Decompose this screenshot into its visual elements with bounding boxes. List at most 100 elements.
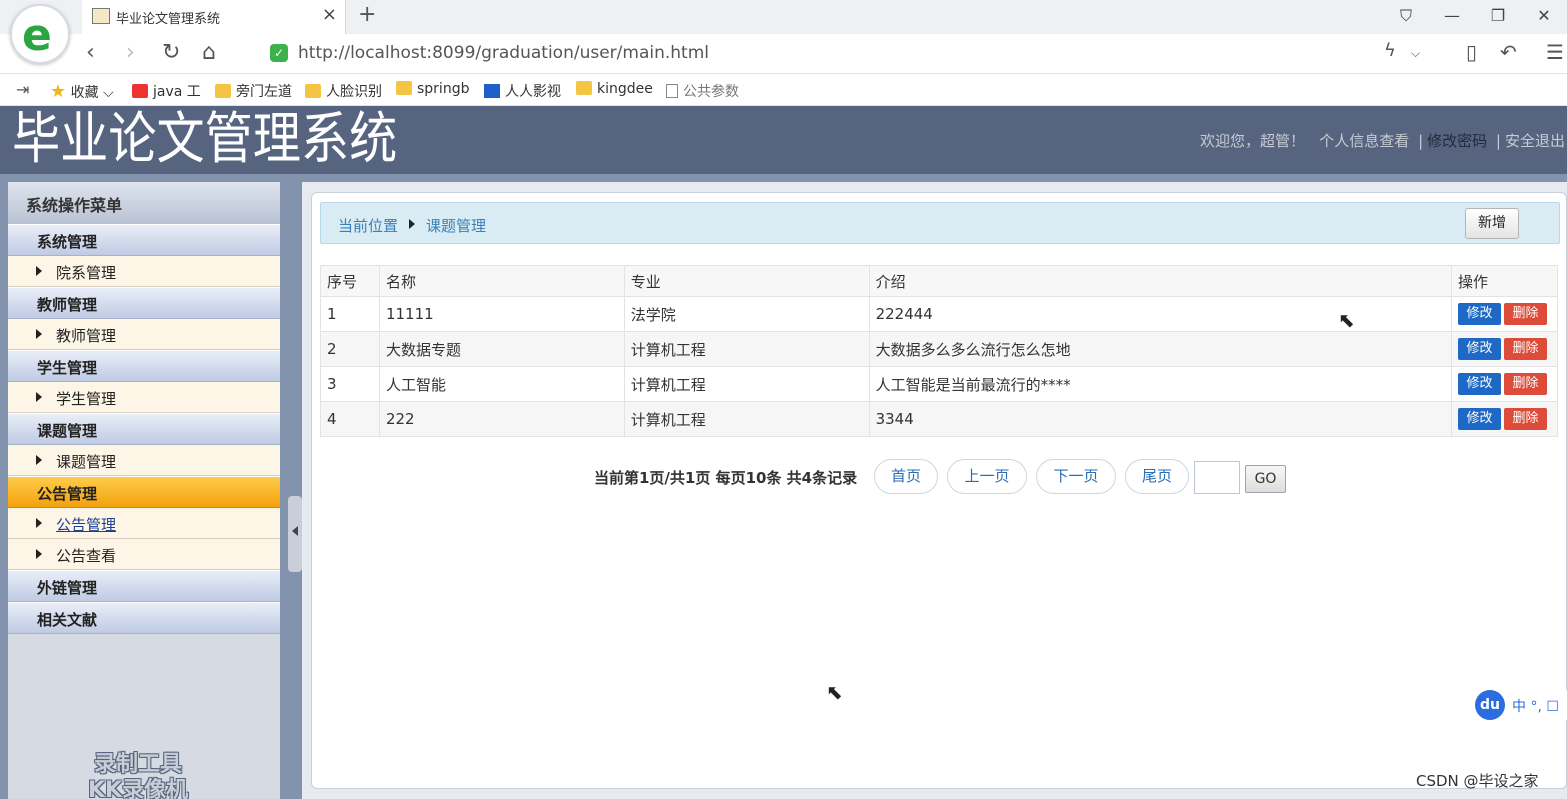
first-page-button[interactable]: 首页 (874, 459, 938, 494)
menu-item-teacher[interactable]: 教师管理 (8, 319, 280, 350)
sidebar-collapse-handle[interactable] (288, 496, 302, 572)
menu-icon[interactable]: ☰ (1546, 40, 1564, 64)
delete-button[interactable]: 删除 (1504, 338, 1548, 360)
breadcrumb: 当前位置 课题管理 新增 (320, 202, 1560, 244)
next-page-button[interactable]: 下一页 (1036, 459, 1116, 494)
table-header-row: 序号 名称 专业 介绍 操作 (320, 265, 1558, 297)
breadcrumb-current: 课题管理 (426, 217, 487, 235)
edit-button[interactable]: 修改 (1458, 338, 1502, 360)
prev-page-button[interactable]: 上一页 (947, 459, 1027, 494)
ime-toolbar[interactable]: du 中 °, ☐ (1474, 690, 1567, 720)
delete-button[interactable]: 删除 (1504, 408, 1548, 430)
header-links: 欢迎您，超管！ 个人信息查看 | 修改密码 | 安全退出 (1200, 130, 1565, 151)
cell-major: 计算机工程 (623, 401, 870, 437)
table-row: 1 11111 法学院 222444 修改 删除 (320, 296, 1558, 332)
caret-right-icon (36, 329, 42, 339)
caret-right-icon (36, 518, 42, 528)
browser-logo-icon: e (22, 10, 52, 61)
bookmark-java[interactable]: java 工 (132, 81, 201, 101)
sidebar: 系统操作菜单 系统管理 院系管理 教师管理 教师管理 学生管理 学生管理 课题管… (8, 182, 280, 799)
edit-button[interactable]: 修改 (1458, 373, 1502, 395)
header-separator: | (1495, 132, 1501, 150)
minimize-button[interactable]: — (1429, 0, 1475, 34)
cell-actions: 修改 删除 (1451, 366, 1558, 402)
menu-group-topic[interactable]: 课题管理 (8, 413, 280, 445)
edit-button[interactable]: 修改 (1458, 408, 1502, 430)
menu-item-topic[interactable]: 课题管理 (8, 445, 280, 476)
main-area: 当前位置 课题管理 新增 序号 名称 专业 介绍 操作 1 11111 法学院 … (302, 182, 1567, 799)
welcome-text: 欢迎您，超管！ (1199, 132, 1305, 150)
delete-button[interactable]: 删除 (1504, 373, 1548, 395)
cell-name: 11111 (378, 296, 625, 332)
cell-actions: 修改 删除 (1451, 401, 1558, 437)
browser-tab[interactable]: 毕业论文管理系统 × (82, 0, 346, 34)
menu-group-system[interactable]: 系统管理 (8, 224, 280, 256)
caret-right-icon (36, 455, 42, 465)
profile-link[interactable]: 个人信息查看 (1319, 132, 1409, 150)
app-title: 毕业论文管理系统 (12, 107, 398, 172)
menu-group-student[interactable]: 学生管理 (8, 350, 280, 382)
menu-item-notice-view[interactable]: 公告查看 (8, 539, 280, 570)
cell-major: 法学院 (623, 296, 870, 332)
menu-group-links[interactable]: 外链管理 (8, 570, 280, 602)
browser-logo[interactable]: e (10, 4, 70, 64)
device-icon[interactable]: ▯ (1466, 40, 1477, 64)
edit-button[interactable]: 修改 (1458, 303, 1502, 325)
menu-item-notice-manage[interactable]: 公告管理 (8, 508, 280, 539)
table-row: 2 大数据专题 计算机工程 大数据多么多么流行怎么怎地 修改 删除 (320, 331, 1558, 367)
bookmarks-bar: ⇥ ★ 收藏 ⌵ java 工 旁门左道 人脸识别 springb 人人影视 k… (0, 74, 1567, 106)
folder-icon (305, 84, 321, 98)
undo-icon[interactable]: ↶ (1500, 40, 1517, 64)
menu-group-teacher[interactable]: 教师管理 (8, 287, 280, 319)
logout-link[interactable]: 安全退出 (1505, 132, 1565, 150)
menu-item-department[interactable]: 院系管理 (8, 256, 280, 287)
last-page-button[interactable]: 尾页 (1125, 459, 1189, 494)
menu-group-literature[interactable]: 相关文献 (8, 602, 280, 634)
topic-table: 序号 名称 专业 介绍 操作 1 11111 法学院 222444 修改 删除 2 (320, 265, 1558, 437)
lightning-icon[interactable]: ϟ (1384, 40, 1396, 61)
change-password-link[interactable]: 修改密码 (1427, 132, 1487, 150)
column-header-actions: 操作 (1451, 265, 1558, 297)
forward-button[interactable]: › (126, 40, 135, 65)
cell-intro: 222444 (868, 296, 1453, 332)
url-input[interactable]: http://localhost:8099/graduation/user/ma… (298, 43, 709, 63)
browser-tab-bar: 毕业论文管理系统 × + ⛉ — ❐ ✕ (0, 0, 1567, 34)
bookmark-site[interactable]: 人人影视 (484, 81, 561, 101)
content-panel: 当前位置 课题管理 新增 序号 名称 专业 介绍 操作 1 11111 法学院 … (311, 192, 1567, 789)
close-window-button[interactable]: ✕ (1521, 0, 1567, 34)
bookmark-folder-4[interactable]: kingdee (576, 81, 653, 97)
go-button[interactable]: GO (1245, 465, 1286, 493)
baidu-ime-icon: du (1475, 690, 1505, 720)
cell-index: 3 (320, 366, 380, 402)
chevron-down-icon[interactable]: ⌵ (1411, 46, 1420, 61)
mouse-cursor-icon: ⬉ (826, 680, 843, 704)
skin-icon[interactable]: ⛉ (1383, 0, 1429, 34)
sidebar-toggle-icon[interactable]: ⇥ (16, 80, 29, 99)
column-header-intro: 介绍 (868, 265, 1453, 297)
bookmark-page[interactable]: 公共参数 (666, 81, 739, 101)
bookmark-folder-1[interactable]: 旁门左道 (215, 81, 292, 101)
bookmark-folder-2[interactable]: 人脸识别 (305, 81, 382, 101)
home-button[interactable]: ⌂ (202, 40, 216, 65)
new-tab-button[interactable]: + (358, 2, 376, 27)
cell-major: 计算机工程 (623, 366, 870, 402)
page-number-input[interactable] (1194, 461, 1240, 494)
back-button[interactable]: ‹ (86, 40, 95, 65)
table-row: 4 222 计算机工程 3344 修改 删除 (320, 401, 1558, 437)
add-button[interactable]: 新增 (1465, 208, 1519, 239)
restore-button[interactable]: ❐ (1475, 0, 1521, 34)
cell-actions: 修改 删除 (1451, 296, 1558, 332)
menu-group-notice[interactable]: 公告管理 (8, 476, 280, 508)
bookmark-folder-3[interactable]: springb (396, 81, 469, 97)
star-icon: ★ (50, 81, 67, 102)
breadcrumb-root[interactable]: 当前位置 (338, 215, 398, 236)
delete-button[interactable]: 删除 (1504, 303, 1548, 325)
reload-button[interactable]: ↻ (162, 40, 180, 65)
close-tab-icon[interactable]: × (322, 4, 337, 25)
security-shield-icon[interactable]: ✓ (270, 44, 288, 62)
page-icon (666, 84, 678, 98)
menu-item-student[interactable]: 学生管理 (8, 382, 280, 413)
bookmark-favorites[interactable]: ★ 收藏 ⌵ (50, 81, 114, 102)
csdn-icon (132, 84, 148, 98)
cell-name: 大数据专题 (378, 331, 625, 367)
